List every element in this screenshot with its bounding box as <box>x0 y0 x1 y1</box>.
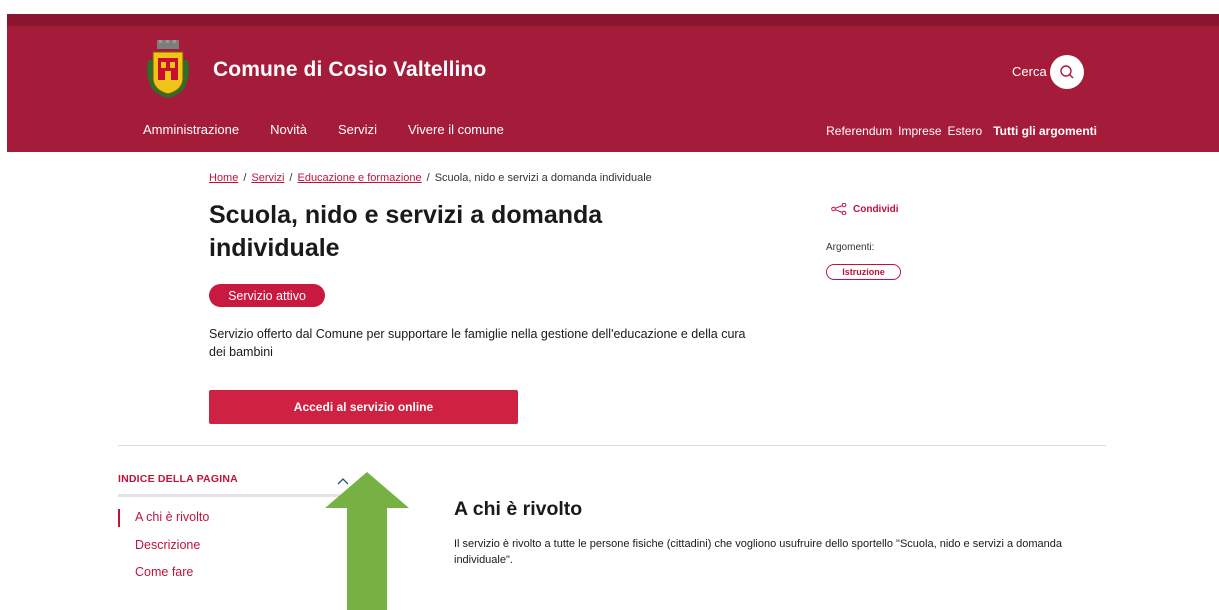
toc-item-descrizione[interactable]: Descrizione <box>135 538 200 552</box>
search-label[interactable]: Cerca <box>1012 64 1047 79</box>
share-label: Condividi <box>853 203 899 215</box>
nav-item-referendum[interactable]: Referendum <box>826 124 892 138</box>
nav-item-servizi[interactable]: Servizi <box>338 122 377 137</box>
section-title: A chi è rivolto <box>454 498 583 520</box>
main-navigation: Amministrazione Novità Servizi Vivere il… <box>143 122 535 137</box>
nav-item-estero[interactable]: Estero <box>948 124 983 138</box>
breadcrumb-separator: / <box>289 172 293 184</box>
toc-item-a-chi-e-rivolto[interactable]: A chi è rivolto <box>135 510 209 524</box>
topic-chip-istruzione[interactable]: Istruzione <box>826 264 901 280</box>
nav-item-imprese[interactable]: Imprese <box>898 124 941 138</box>
breadcrumb-separator: / <box>426 172 430 184</box>
share-icon <box>831 203 847 215</box>
breadcrumb-separator: / <box>243 172 247 184</box>
topics-label: Argomenti: <box>826 242 875 253</box>
nav-item-vivere-il-comune[interactable]: Vivere il comune <box>408 122 504 137</box>
site-title[interactable]: Comune di Cosio Valtellino <box>213 58 486 82</box>
secondary-navigation: Referendum Imprese Estero Tutti gli argo… <box>820 124 1097 138</box>
nav-item-novita[interactable]: Novità <box>270 122 307 137</box>
municipality-coat-of-arms-logo[interactable] <box>143 39 193 98</box>
section-divider <box>118 445 1106 446</box>
access-online-service-button[interactable]: Accedi al servizio online <box>209 390 518 424</box>
nav-item-tutti-gli-argomenti[interactable]: Tutti gli argomenti <box>993 124 1097 138</box>
section-body: Il servizio è rivolto a tutte le persone… <box>454 538 1062 566</box>
toc-item-come-fare[interactable]: Come fare <box>135 565 193 579</box>
nav-item-amministrazione[interactable]: Amministrazione <box>143 122 239 137</box>
page-title: Scuola, nido e servizi a domanda individ… <box>209 201 603 262</box>
search-button[interactable] <box>1050 55 1084 89</box>
breadcrumb-current: Scuola, nido e servizi a domanda individ… <box>434 172 652 184</box>
toc-active-marker <box>118 509 120 527</box>
service-description: Servizio offerto dal Comune per supporta… <box>209 327 746 359</box>
header-top-bar <box>7 14 1219 26</box>
breadcrumb-servizi[interactable]: Servizi <box>251 172 284 184</box>
breadcrumb: Home / Servizi / Educazione e formazione / Scu… <box>209 172 652 184</box>
search-icon <box>1060 65 1074 79</box>
breadcrumb-home[interactable]: Home <box>209 172 238 184</box>
breadcrumb-educazione-e-formazione[interactable]: Educazione e formazione <box>297 172 421 184</box>
status-badge: Servizio attivo <box>209 284 325 307</box>
toc-heading: INDICE DELLA PAGINA <box>118 473 238 485</box>
toc-progress-bar <box>118 494 360 497</box>
annotation-arrow-icon <box>325 472 409 610</box>
share-button[interactable]: Condividi <box>831 203 899 215</box>
